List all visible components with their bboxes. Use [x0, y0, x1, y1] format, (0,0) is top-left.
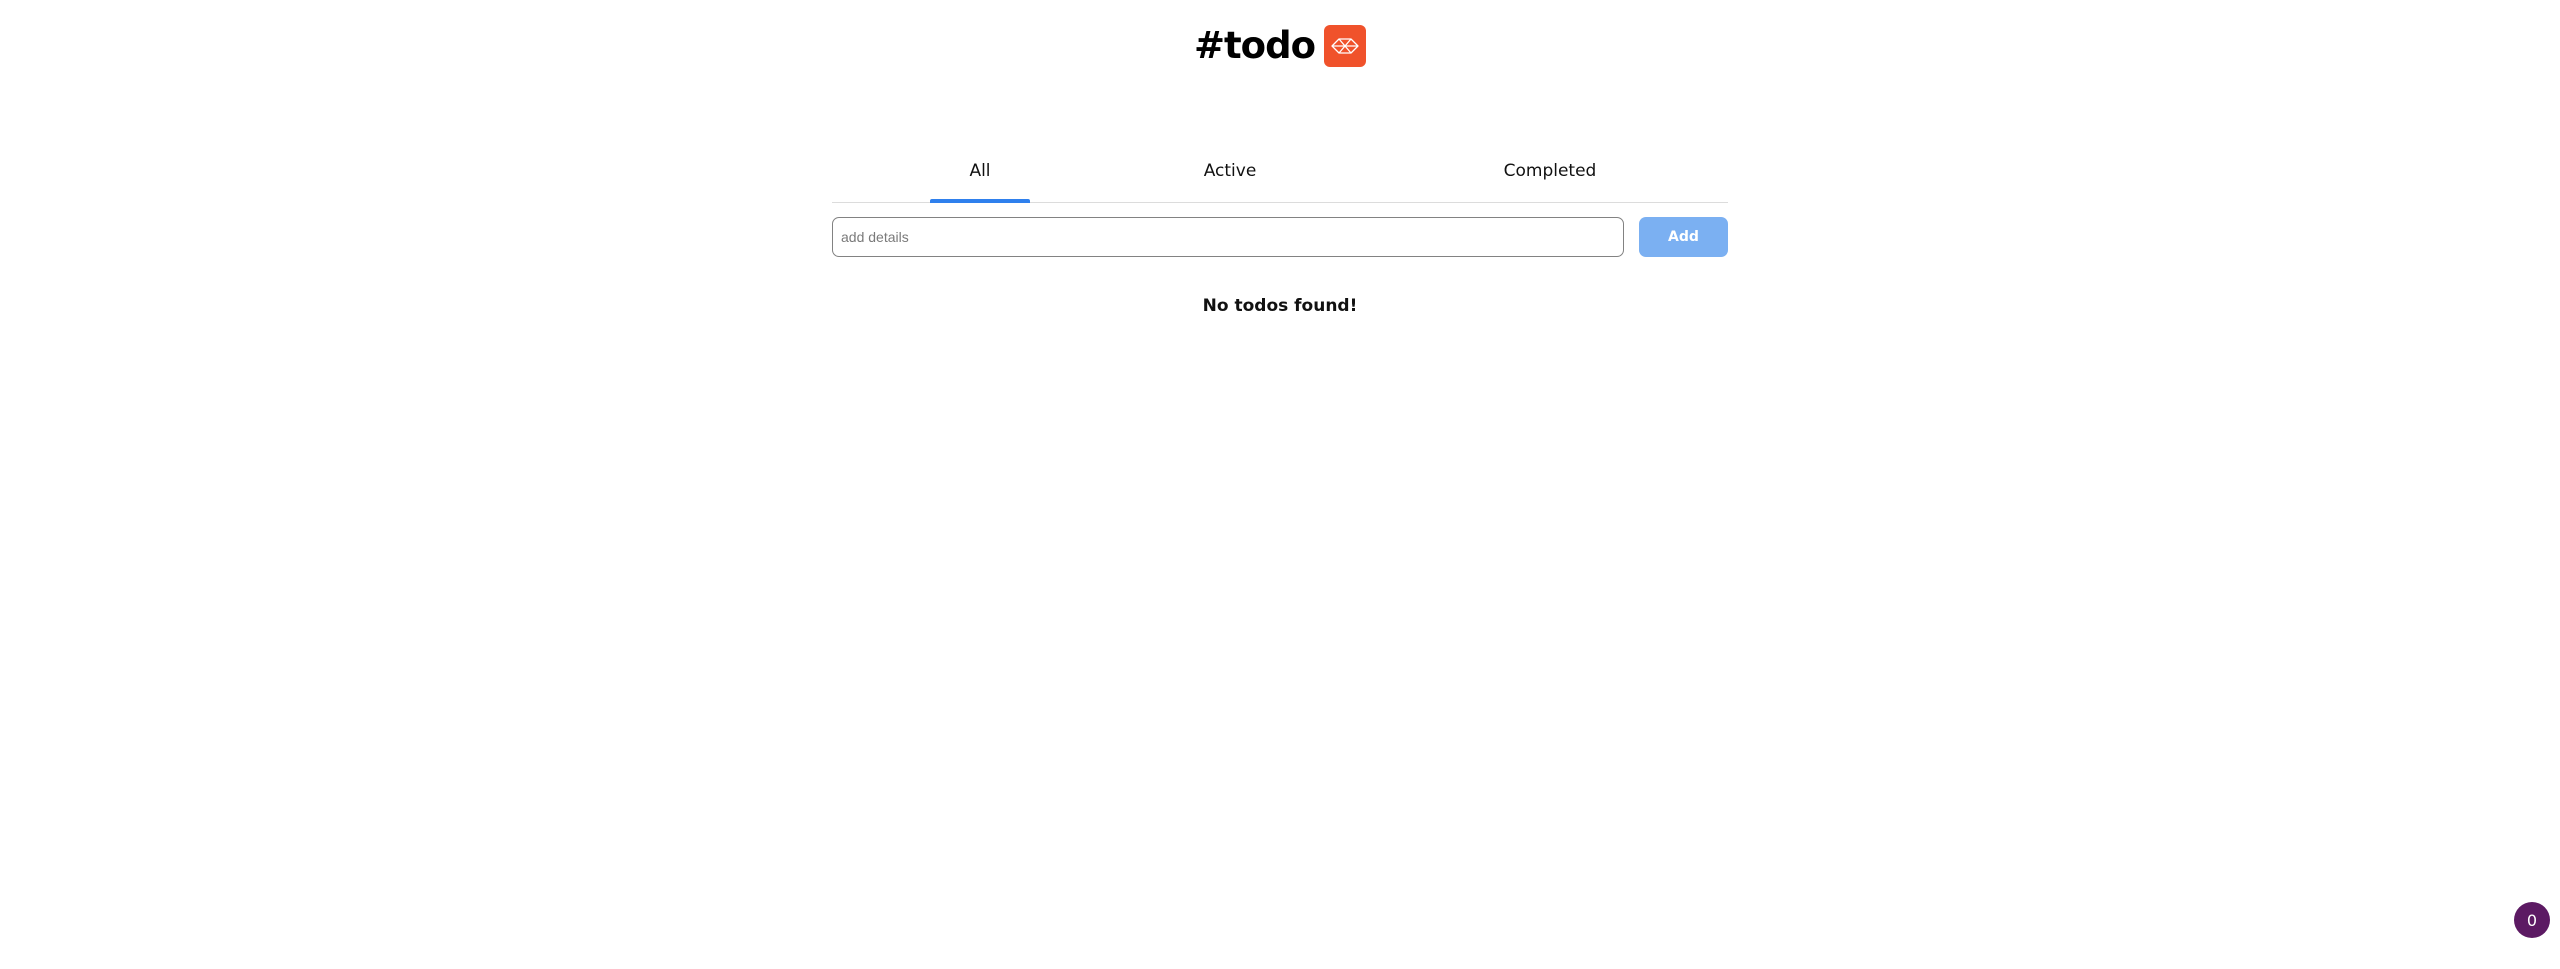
app-title: #todo — [1193, 24, 1316, 67]
origami-box-icon — [1324, 25, 1366, 67]
tab-all[interactable]: All — [930, 140, 1030, 203]
add-todo-form: Add — [832, 217, 1728, 257]
tab-active[interactable]: Active — [1180, 140, 1280, 202]
tab-all-label: All — [969, 161, 991, 181]
count-badge[interactable]: 0 — [2514, 902, 2550, 938]
filter-tabs: All Active Completed — [832, 140, 1728, 203]
app-header: #todo — [0, 20, 2560, 72]
add-button[interactable]: Add — [1639, 217, 1728, 257]
tab-selected-indicator — [930, 199, 1030, 203]
tab-completed-label: Completed — [1503, 161, 1597, 181]
todo-app: #todo All Active Completed Add No todos … — [0, 0, 2560, 969]
details-input[interactable] — [832, 217, 1624, 257]
tab-active-label: Active — [1203, 161, 1257, 181]
count-badge-value: 0 — [2526, 910, 2538, 930]
empty-state-message: No todos found! — [1202, 296, 1358, 316]
tab-completed[interactable]: Completed — [1480, 140, 1620, 202]
